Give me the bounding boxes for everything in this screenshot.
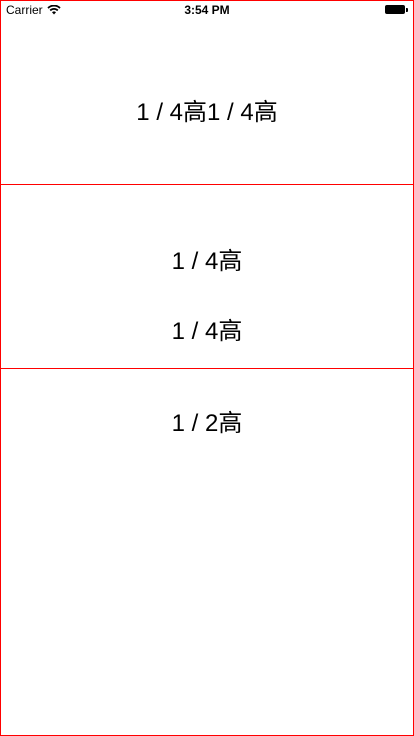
status-bar: Carrier 3:54 PM [0, 0, 414, 20]
status-time: 3:54 PM [184, 3, 230, 17]
section-bottom-half: 1 / 2高 [0, 368, 414, 736]
section-top-quarter: 1 / 4高1 / 4高 [0, 0, 414, 185]
middle-section-label-1: 1 / 4高 [171, 248, 243, 275]
bottom-section-label: 1 / 2高 [171, 410, 243, 437]
battery-icon [385, 5, 408, 14]
middle-section-label-2: 1 / 4高 [171, 318, 243, 345]
section-middle-quarter: 1 / 4高 1 / 4高 [0, 184, 414, 369]
top-section-label: 1 / 4高1 / 4高 [136, 99, 278, 126]
